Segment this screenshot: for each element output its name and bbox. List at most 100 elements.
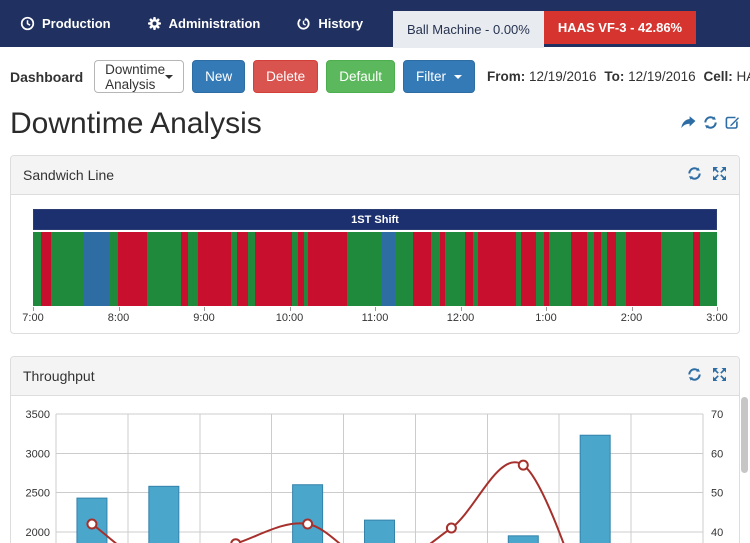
share-icon[interactable] <box>680 115 696 136</box>
filter-button[interactable]: Filter <box>403 60 475 93</box>
timeline-segment[interactable] <box>188 232 198 306</box>
scrollbar-thumb[interactable] <box>741 397 748 473</box>
timeline-segment[interactable] <box>51 232 84 306</box>
axis-tick <box>119 307 120 311</box>
to-label: To: <box>604 69 624 84</box>
timeline-segment[interactable] <box>413 232 431 306</box>
timeline-segment[interactable] <box>478 232 516 306</box>
shift-header-bar[interactable]: 1ST Shift <box>33 209 717 230</box>
timeline-segment[interactable] <box>521 232 536 306</box>
panel-sandwich-header: Sandwich Line <box>11 156 739 195</box>
line-marker[interactable] <box>87 520 96 529</box>
bar[interactable] <box>149 486 179 543</box>
bar[interactable] <box>365 520 395 543</box>
edit-icon[interactable] <box>725 115 740 136</box>
expand-icon[interactable] <box>712 166 727 184</box>
left-axis-tick-label: 3000 <box>26 448 50 460</box>
timeline-segment[interactable] <box>255 232 292 306</box>
axis-tick <box>717 307 718 311</box>
combo-chart-svg: 350070300060250050200040 <box>11 396 739 543</box>
timeline-segment[interactable] <box>382 232 395 306</box>
timeline-segment[interactable] <box>347 232 382 306</box>
axis-hour-label: 2:00 <box>621 312 642 324</box>
panel-sandwich-line: Sandwich Line 1ST Shift 7:008:009:0010:0… <box>10 155 740 334</box>
refresh-icon[interactable] <box>687 166 702 184</box>
timeline-axis: 7:008:009:0010:0011:0012:001:002:003:00 <box>33 307 717 329</box>
timeline-segment[interactable] <box>445 232 465 306</box>
timeline-segment[interactable] <box>109 232 118 306</box>
timeline-segment[interactable] <box>33 232 41 306</box>
timeline-segment[interactable] <box>693 232 700 306</box>
tab-haas-vf3[interactable]: HAAS VF-3 - 42.86% <box>544 11 696 44</box>
axis-tick <box>375 307 376 311</box>
dashboard-select[interactable]: Downtime Analysis <box>94 60 184 93</box>
timeline-segment[interactable] <box>661 232 692 306</box>
panel-throughput-header: Throughput <box>11 357 739 396</box>
left-axis-tick-label: 3500 <box>26 409 50 421</box>
axis-hour-label: 12:00 <box>447 312 475 324</box>
line-marker[interactable] <box>447 523 456 532</box>
timeline-segment[interactable] <box>571 232 587 306</box>
line-marker[interactable] <box>303 520 312 529</box>
nav-item-label: Administration <box>169 16 261 31</box>
line-marker[interactable] <box>231 539 240 543</box>
right-axis-tick-label: 40 <box>711 527 723 539</box>
page-title: Downtime Analysis <box>10 107 262 141</box>
dashboard-select-value: Downtime Analysis <box>105 62 165 92</box>
new-button[interactable]: New <box>192 60 245 93</box>
bar[interactable] <box>508 536 538 543</box>
timeline-segment[interactable] <box>616 232 626 306</box>
timeline-segment[interactable] <box>700 232 717 306</box>
bar[interactable] <box>580 435 610 543</box>
shift-label: 1ST Shift <box>351 214 399 226</box>
right-axis-tick-label: 70 <box>711 409 723 421</box>
default-button[interactable]: Default <box>326 60 395 93</box>
timeline-segment[interactable] <box>41 232 51 306</box>
to-value: 12/19/2016 <box>628 69 696 84</box>
filter-summary: From: 12/19/2016 To: 12/19/2016 Cell: HA… <box>487 69 750 84</box>
dashboard-label: Dashboard <box>10 69 83 85</box>
axis-hour-label: 3:00 <box>706 312 727 324</box>
title-row: Downtime Analysis <box>0 105 750 151</box>
timeline-segment[interactable] <box>181 232 188 306</box>
bar[interactable] <box>293 485 323 543</box>
delete-button[interactable]: Delete <box>253 60 318 93</box>
timeline-segment[interactable] <box>308 232 347 306</box>
history-icon <box>296 16 311 31</box>
left-axis-tick-label: 2500 <box>26 488 50 500</box>
refresh-icon[interactable] <box>687 367 702 385</box>
timeline-segment[interactable] <box>431 232 440 306</box>
right-axis-tick-label: 50 <box>711 488 723 500</box>
tab-ball-machine[interactable]: Ball Machine - 0.00% <box>393 11 544 48</box>
refresh-icon[interactable] <box>703 115 718 136</box>
timeline-segment[interactable] <box>587 232 594 306</box>
timeline-segment[interactable] <box>237 232 248 306</box>
axis-hour-label: 1:00 <box>535 312 556 324</box>
caret-down-icon <box>454 75 462 83</box>
timeline-segment[interactable] <box>626 232 661 306</box>
panel-title: Throughput <box>23 368 95 384</box>
timeline-segment[interactable] <box>147 232 181 306</box>
timeline-chart: 1ST Shift 7:008:009:0010:0011:0012:001:0… <box>11 195 739 333</box>
line-marker[interactable] <box>519 461 528 470</box>
nav-item-production[interactable]: Production <box>20 16 111 31</box>
axis-tick <box>546 307 547 311</box>
axis-hour-label: 9:00 <box>193 312 214 324</box>
clock-icon <box>20 16 35 31</box>
timeline-segment[interactable] <box>465 232 473 306</box>
panel-actions <box>687 166 727 184</box>
dashboard-toolbar: Dashboard Downtime Analysis New Delete D… <box>0 47 750 105</box>
timeline-segment[interactable] <box>198 232 231 306</box>
timeline-segment[interactable] <box>84 232 108 306</box>
timeline-segments <box>33 232 717 306</box>
timeline-segment[interactable] <box>395 232 412 306</box>
timeline-segment[interactable] <box>607 232 616 306</box>
timeline-segment[interactable] <box>549 232 571 306</box>
nav-item-history[interactable]: History <box>296 16 363 31</box>
nav-item-administration[interactable]: Administration <box>147 16 261 31</box>
timeline-segment[interactable] <box>536 232 543 306</box>
axis-hour-label: 10:00 <box>276 312 304 324</box>
timeline-segment[interactable] <box>118 232 147 306</box>
expand-icon[interactable] <box>712 367 727 385</box>
timeline-segment[interactable] <box>594 232 601 306</box>
